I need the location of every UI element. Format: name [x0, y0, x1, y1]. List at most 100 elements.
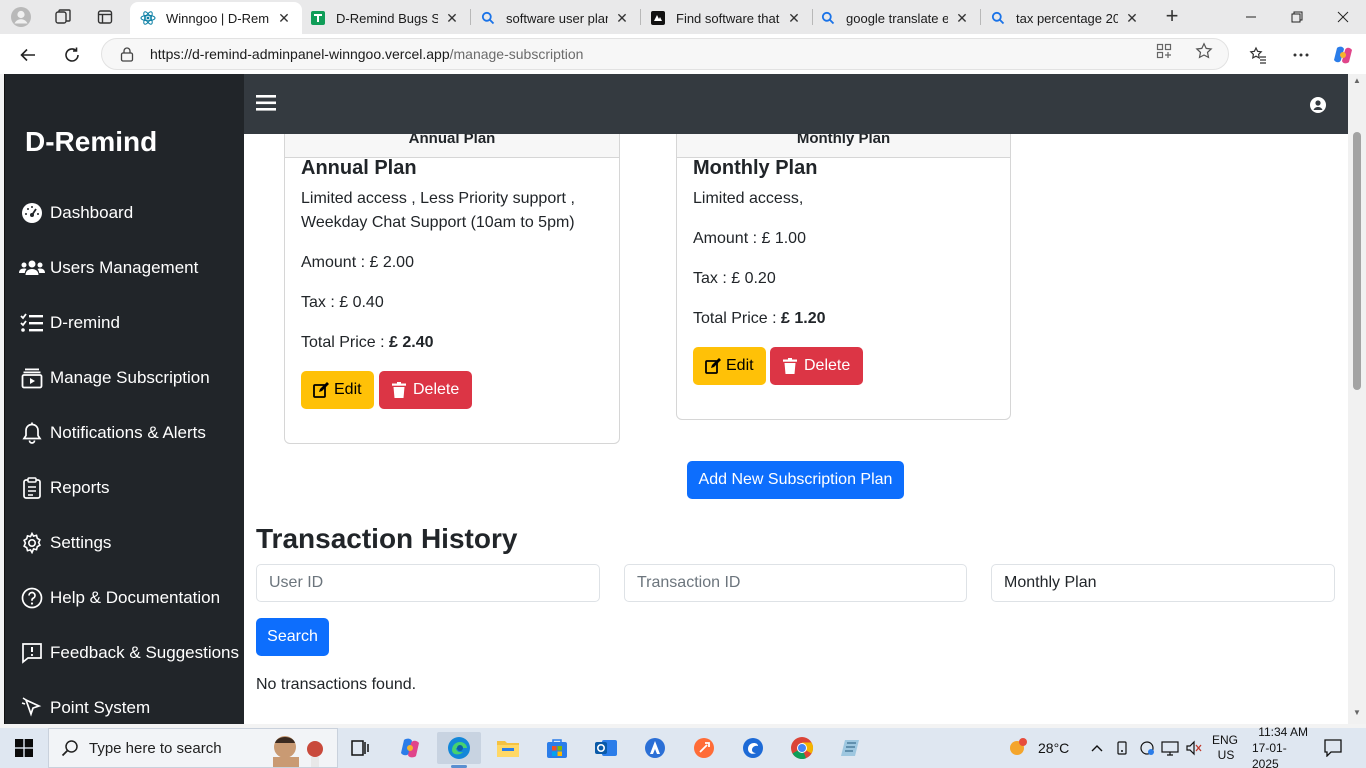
tab-title: Winngoo | D-Remind: [166, 10, 270, 26]
browser-tab-winngoo[interactable]: Winngoo | D-Remind ✕: [130, 2, 302, 34]
sidebar-item-settings[interactable]: Settings: [19, 528, 239, 558]
sidebar-item-manage-subscription[interactable]: Manage Subscription: [19, 363, 239, 393]
app-icon[interactable]: [829, 732, 873, 764]
task-view-icon[interactable]: [338, 732, 382, 764]
site-info-icon[interactable]: [120, 46, 136, 62]
search-transactions-button[interactable]: Search: [256, 618, 329, 656]
tray-device-icon[interactable]: [1114, 728, 1130, 768]
close-tab-icon[interactable]: ✕: [276, 10, 292, 27]
close-tab-icon[interactable]: ✕: [954, 10, 970, 27]
delete-plan-button[interactable]: Delete: [770, 347, 864, 385]
windows-taskbar: Type here to search 28°C ENG US 11:34 AM…: [0, 725, 1366, 768]
volume-muted-icon[interactable]: [1185, 728, 1203, 768]
scroll-up-arrow-icon[interactable]: ▲: [1353, 76, 1361, 85]
sidebar-item-label: D-remind: [50, 313, 120, 332]
back-arrow-icon[interactable]: [15, 42, 41, 68]
main-content: Annual Plan Annual Plan Limited access ,…: [244, 134, 1348, 724]
transaction-id-input[interactable]: [624, 564, 967, 602]
taskbar-search-box[interactable]: Type here to search: [48, 728, 338, 768]
edit-plan-button[interactable]: Edit: [301, 371, 374, 409]
address-bar-row: https://d-remind-adminpanel-winngoo.verc…: [0, 34, 1366, 74]
sidebar-item-users-management[interactable]: Users Management: [19, 253, 239, 283]
postman-icon[interactable]: [682, 732, 726, 764]
network-icon[interactable]: [1161, 728, 1179, 768]
app-icon[interactable]: [633, 732, 677, 764]
edit-plan-button[interactable]: Edit: [693, 347, 766, 385]
sidebar-item-label: Manage Subscription: [50, 368, 210, 387]
new-tab-button[interactable]: +: [1160, 4, 1184, 28]
dashboard-icon: [19, 201, 45, 225]
plan-amount: Amount : £ 1.00: [693, 230, 806, 247]
outlook-icon[interactable]: [584, 732, 628, 764]
menu-toggle-icon[interactable]: [256, 94, 276, 112]
copilot-taskbar-icon[interactable]: [388, 732, 432, 764]
chrome-icon[interactable]: [780, 732, 824, 764]
plan-title: Monthly Plan: [693, 157, 818, 179]
sidebar-item-dashboard[interactable]: Dashboard: [19, 198, 239, 228]
show-hidden-icons-chevron-icon[interactable]: [1090, 728, 1104, 768]
tab-actions-icon[interactable]: [94, 6, 116, 28]
windows-start-icon[interactable]: [0, 728, 48, 768]
sidebar-item-point-system[interactable]: Point System: [19, 693, 239, 723]
app-icon[interactable]: [731, 732, 775, 764]
plan-total-value: £ 1.20: [781, 310, 826, 327]
workspaces-icon[interactable]: [52, 6, 74, 28]
sidebar-item-label: Settings: [50, 533, 112, 552]
close-tab-icon[interactable]: ✕: [614, 10, 630, 27]
notification-center-icon[interactable]: [1324, 728, 1342, 768]
sidebar-item-help-documentation[interactable]: Help & Documentation: [19, 583, 239, 613]
subscription-icon: [19, 366, 45, 390]
reload-icon[interactable]: [59, 42, 85, 68]
favorites-icon[interactable]: [1247, 44, 1269, 66]
sidebar-item-label: Feedback & Suggestions: [50, 643, 240, 662]
app-available-icon[interactable]: [1155, 42, 1173, 60]
close-window-button[interactable]: [1320, 0, 1366, 34]
clock-date: 17-01-2025: [1252, 741, 1287, 768]
plan-total: Total Price : £ 2.40: [301, 334, 434, 351]
plan-filter-input[interactable]: [991, 564, 1335, 602]
sidebar-item-feedback-suggestions[interactable]: Feedback & Suggestions: [19, 638, 239, 668]
browser-tab-tax-percentage[interactable]: tax percentage 2025 ✕: [980, 2, 1150, 34]
scrollbar-thumb[interactable]: [1353, 132, 1361, 390]
browser-tab-google-translate[interactable]: google translate eng ✕: [810, 2, 980, 34]
restore-button[interactable]: [1274, 0, 1320, 34]
sidebar-item-label: Notifications & Alerts: [50, 423, 206, 442]
empty-state-message: No transactions found.: [256, 676, 417, 693]
url-bar[interactable]: https://d-remind-adminpanel-winngoo.verc…: [101, 38, 1229, 70]
system-clock[interactable]: 11:34 AM 17-01-2025: [1252, 725, 1308, 768]
sidebar-item-notifications-alerts[interactable]: Notifications & Alerts: [19, 418, 239, 448]
page-scrollbar[interactable]: ▲ ▼: [1348, 74, 1366, 724]
pointer-icon: [19, 696, 45, 720]
input-language-indicator[interactable]: ENG US: [1212, 728, 1238, 768]
plan-description: Limited access , Less Priority support ,…: [301, 190, 575, 231]
microsoft-store-icon[interactable]: [535, 732, 579, 764]
browser-tab-find-software[interactable]: Find software that w ✕: [640, 2, 812, 34]
more-options-icon[interactable]: [1290, 44, 1312, 66]
sidebar-item-d-remind[interactable]: D-remind: [19, 308, 239, 338]
close-tab-icon[interactable]: ✕: [786, 10, 802, 27]
user-id-input[interactable]: [256, 564, 600, 602]
users-icon: [19, 256, 45, 280]
tray-cloud-icon[interactable]: [1138, 728, 1156, 768]
file-explorer-icon[interactable]: [486, 732, 530, 764]
close-tab-icon[interactable]: ✕: [444, 10, 460, 27]
scroll-down-arrow-icon[interactable]: ▼: [1353, 708, 1361, 717]
sidebar-item-reports[interactable]: Reports: [19, 473, 239, 503]
profile-icon[interactable]: [10, 6, 32, 28]
plan-total: Total Price : £ 1.20: [693, 310, 826, 327]
copilot-icon[interactable]: [1332, 44, 1354, 66]
close-tab-icon[interactable]: ✕: [1124, 10, 1140, 27]
browser-tab-bugs-sheet[interactable]: D-Remind Bugs Sheet ✕: [300, 2, 470, 34]
tab-title: tax percentage 2025: [1016, 10, 1118, 26]
add-subscription-plan-button[interactable]: Add New Subscription Plan: [687, 461, 904, 499]
taskbar-search-placeholder: Type here to search: [89, 739, 222, 757]
weather-widget[interactable]: 28°C: [1006, 728, 1069, 768]
sidebar-item-label: Reports: [50, 478, 110, 497]
browser-tab-software-plan[interactable]: software user plan p ✕: [470, 2, 640, 34]
favorite-star-icon[interactable]: [1195, 42, 1213, 60]
delete-plan-button[interactable]: Delete: [379, 371, 473, 409]
edge-taskbar-icon[interactable]: [437, 732, 481, 768]
edit-icon: [705, 358, 721, 374]
minimize-button[interactable]: [1228, 0, 1274, 34]
user-account-icon[interactable]: [1310, 97, 1326, 113]
